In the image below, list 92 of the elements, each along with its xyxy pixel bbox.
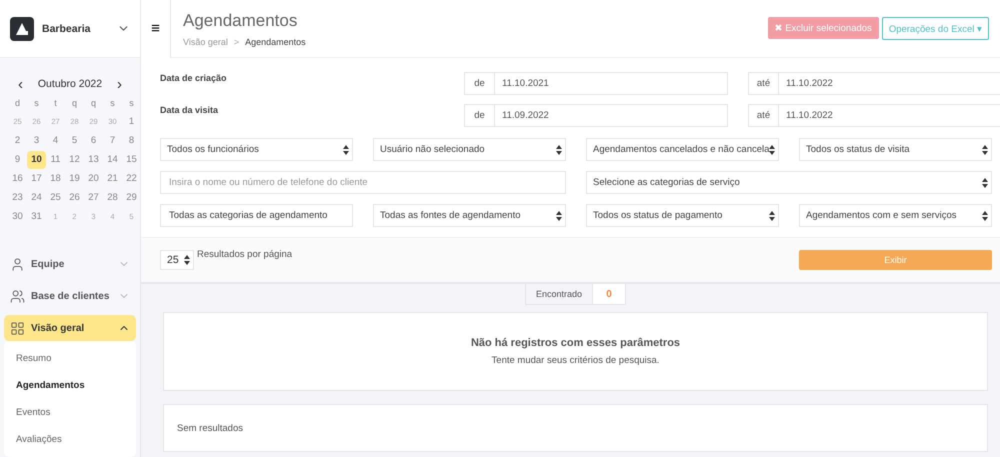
calendar-day[interactable]: 8 <box>122 132 141 150</box>
nav-item[interactable]: Visão geral <box>4 315 136 341</box>
breadcrumb-link[interactable]: Agendamentos <box>245 36 306 46</box>
sort-arrows-icon <box>769 144 776 154</box>
filter-select[interactable]: Agendamentos com e sem serviços <box>799 204 992 227</box>
calendar-day[interactable]: 13 <box>84 150 103 168</box>
calendar-day[interactable]: 6 <box>84 132 103 150</box>
calendar-month: Outubro 2022 <box>38 78 102 90</box>
calendar-day[interactable]: 22 <box>122 170 141 188</box>
calendar-day[interactable]: 3 <box>27 132 46 150</box>
weekday-label: q <box>90 97 97 110</box>
excel-operations-button[interactable]: Operações do Excel ▾ <box>882 17 989 40</box>
filter-label: Data de criação <box>160 73 228 83</box>
filter-select[interactable]: Agendamentos cancelados e não cancela <box>586 138 779 161</box>
sort-arrows-icon <box>769 210 775 220</box>
calendar-day[interactable]: 23 <box>8 188 27 206</box>
weekday-label: s <box>109 97 116 110</box>
breadcrumb-link[interactable]: Visão geral <box>183 36 228 46</box>
calendar-day[interactable]: 30 <box>8 208 27 226</box>
submenu-item[interactable]: Resumo <box>4 345 136 372</box>
sort-arrows-icon <box>343 144 349 154</box>
no-results-text: Sem resultados <box>177 422 244 434</box>
filter-select[interactable]: Selecione as categorias de serviço <box>586 171 992 194</box>
sort-arrows-icon <box>556 144 562 154</box>
calendar-day[interactable]: 12 <box>65 150 84 168</box>
empty-state-title: Não há registros com esses parâmetros <box>470 337 680 349</box>
calendar-day[interactable]: 27 <box>84 188 103 206</box>
logo-icon <box>10 16 34 40</box>
weekday-label: s <box>33 97 40 110</box>
previous-month-button[interactable]: ‹ <box>14 76 27 92</box>
menu-button[interactable]: ≡ <box>141 0 171 58</box>
calendar-day[interactable]: 11 <box>46 150 65 168</box>
filter-select[interactable]: Todos os status de pagamento <box>586 204 779 227</box>
calendar-day[interactable]: 16 <box>8 170 27 188</box>
calendar-day[interactable]: 15 <box>122 150 141 168</box>
filter-select[interactable]: Todas as fontes de agendamento <box>373 204 566 227</box>
next-month-button[interactable]: › <box>113 76 126 92</box>
filter-select[interactable]: Todos os status de visita <box>799 138 992 161</box>
page-size-select[interactable]: 25 <box>160 250 194 270</box>
calendar-day[interactable]: 19 <box>65 170 84 188</box>
person-icon <box>10 256 25 272</box>
filter-select[interactable]: Usuário não selecionado <box>373 138 566 161</box>
filter-select[interactable]: Todos os funcionários <box>160 138 353 161</box>
weekday-label: d <box>14 97 21 110</box>
page-size-label: Resultados por página <box>197 249 292 260</box>
filter-label: Data da visita <box>160 105 220 115</box>
sort-arrows-icon <box>982 210 988 220</box>
delete-selected-button[interactable]: ✖ Excluir selecionados <box>768 17 879 39</box>
found-counter: Encontrado 0 <box>524 284 626 305</box>
date-to-field[interactable]: até 11.10.2022 <box>748 104 1000 127</box>
calendar-day[interactable]: 17 <box>27 170 46 188</box>
weekday-label: s <box>128 97 135 110</box>
filter-dropdown-button[interactable]: Todas as categorias de agendamento <box>160 204 353 227</box>
calendar-day[interactable]: 18 <box>46 170 65 188</box>
brand-name: Barbearia <box>42 22 92 34</box>
breadcrumb-separator: > <box>234 36 240 46</box>
client-search-field[interactable]: Insira o nome ou número de telefone do cliente <box>160 171 566 194</box>
weekday-label: t <box>53 97 58 110</box>
nav-item[interactable]: Equipe <box>4 251 136 277</box>
calendar-day[interactable]: 1 <box>122 112 141 130</box>
sort-arrows-icon <box>184 255 190 265</box>
weekday-label: q <box>70 97 78 110</box>
calendar-day[interactable]: 29 <box>122 188 141 206</box>
calendar-day[interactable]: 25 <box>46 188 65 206</box>
sort-arrows-icon <box>982 178 988 188</box>
calendar-day[interactable]: 21 <box>103 170 122 188</box>
calendar-day[interactable]: 26 <box>65 188 84 206</box>
show-button[interactable]: Exibir <box>799 250 992 270</box>
page-title: Agendamentos <box>183 10 298 30</box>
nav-item[interactable]: Base de clientes <box>4 283 136 309</box>
calendar-day[interactable]: 28 <box>103 188 122 206</box>
calendar-day[interactable]: 4 <box>46 132 65 150</box>
calendar-day[interactable]: 31 <box>27 208 46 226</box>
people-icon <box>10 288 25 304</box>
calendar-day[interactable]: 7 <box>103 132 122 150</box>
date-from-field[interactable]: de 11.09.2022 <box>464 104 728 127</box>
empty-state-subtitle: Tente mudar seus critérios de pesquisa. <box>492 355 660 366</box>
calendar-day[interactable]: 5 <box>65 132 84 150</box>
grid-icon <box>10 320 25 336</box>
submenu-item[interactable]: Avaliações <box>4 426 136 453</box>
calendar-day[interactable]: 20 <box>84 170 103 188</box>
submenu-item[interactable]: Agendamentos <box>4 372 136 399</box>
sort-arrows-icon <box>556 210 562 220</box>
calendar-day[interactable]: 24 <box>27 188 46 206</box>
submenu-item[interactable]: Eventos <box>4 399 136 426</box>
calendar-day[interactable]: 9 <box>8 150 27 168</box>
date-from-field[interactable]: de 11.10.2021 <box>464 72 728 95</box>
calendar-day[interactable]: 10 <box>27 150 46 168</box>
sort-arrows-icon <box>982 144 988 154</box>
date-to-field[interactable]: até 11.10.2022 <box>748 72 1000 95</box>
calendar-day[interactable]: 2 <box>8 132 27 150</box>
calendar-day[interactable]: 14 <box>103 150 122 168</box>
